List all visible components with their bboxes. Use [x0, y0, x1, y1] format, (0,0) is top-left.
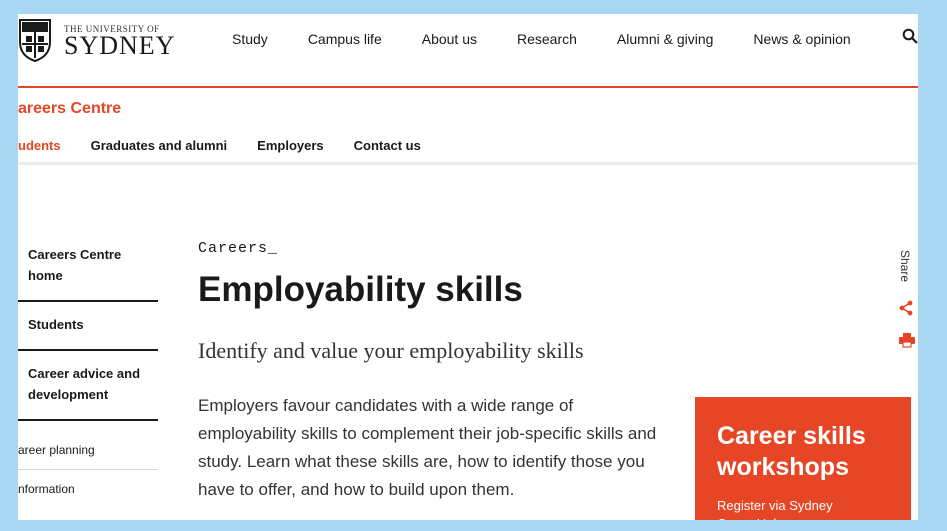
- nav-campus-life[interactable]: Campus life: [308, 31, 382, 47]
- sidebar-item-career-advice[interactable]: Career advice and development: [18, 363, 158, 421]
- sidebar-subitem-career-planning[interactable]: areer planning: [18, 433, 158, 470]
- page-title: Employability skills: [198, 270, 523, 309]
- nav-research[interactable]: Research: [517, 31, 577, 47]
- career-skills-promo-card[interactable]: Career skills workshops Register via Syd…: [695, 397, 911, 520]
- promo-title: Career skills workshops: [717, 422, 866, 481]
- sidebar-nav: Careers Centre home Students Career advi…: [18, 244, 158, 496]
- promo-subtitle: Register via Sydney CareerHub: [717, 498, 833, 520]
- share-icon[interactable]: [898, 300, 914, 316]
- sidebar-item-students[interactable]: Students: [18, 314, 158, 351]
- header-divider: [18, 86, 918, 88]
- subnav-divider: [18, 162, 918, 165]
- subnav-students[interactable]: udents: [18, 138, 61, 153]
- nav-news-opinion[interactable]: News & opinion: [753, 31, 850, 47]
- sidebar-subitem-information[interactable]: nformation: [18, 470, 158, 496]
- logo-big-text: SYDNEY: [64, 31, 176, 60]
- nav-alumni-giving[interactable]: Alumni & giving: [617, 31, 714, 47]
- university-logo[interactable]: THE UNIVERSITY OF SYDNEY: [18, 18, 175, 62]
- main-nav: Study Campus life About us Research Alum…: [232, 31, 891, 47]
- section-title[interactable]: areers Centre: [18, 100, 121, 118]
- subnav-contact-us[interactable]: Contact us: [354, 138, 421, 153]
- page-kicker: Careers_: [198, 240, 279, 257]
- browser-viewport: THE UNIVERSITY OF SYDNEY Study Campus li…: [18, 14, 918, 520]
- print-icon[interactable]: [898, 332, 916, 348]
- page-body-text: Employers favour candidates with a wide …: [198, 396, 657, 499]
- subnav-employers[interactable]: Employers: [257, 138, 323, 153]
- university-crest-icon: [19, 19, 51, 62]
- share-label: Share: [898, 250, 912, 283]
- subnav-graduates-alumni[interactable]: Graduates and alumni: [91, 138, 228, 153]
- section-subnav: udents Graduates and alumni Employers Co…: [18, 138, 451, 153]
- nav-study[interactable]: Study: [232, 31, 268, 47]
- search-icon[interactable]: [902, 28, 918, 44]
- sidebar-item-careers-home[interactable]: Careers Centre home: [18, 244, 158, 302]
- page-lead: Identify and value your employability sk…: [198, 338, 584, 363]
- nav-about-us[interactable]: About us: [422, 31, 477, 47]
